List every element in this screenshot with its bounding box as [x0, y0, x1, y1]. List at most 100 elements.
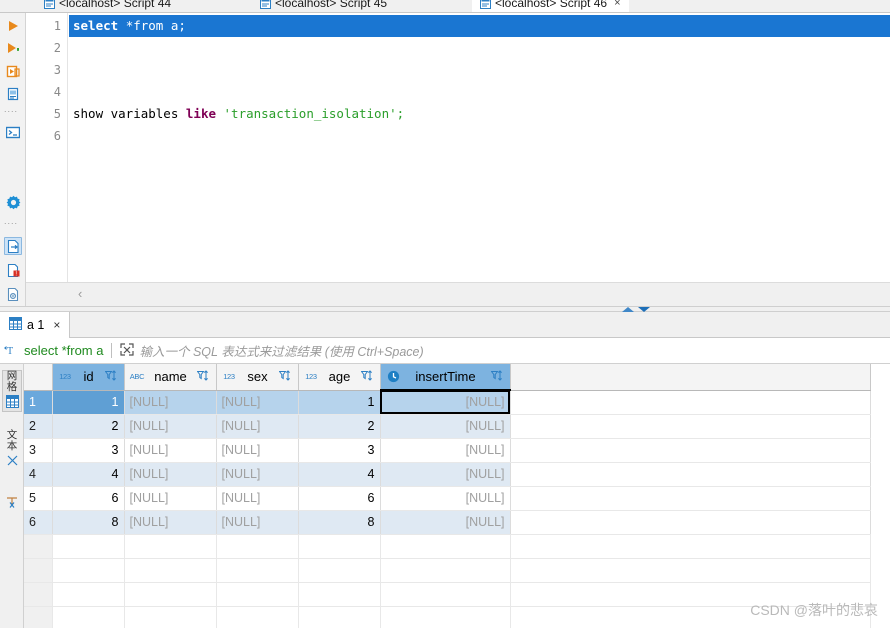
table-row[interactable]: 5 6 [NULL] [NULL] 6 [NULL]	[24, 486, 871, 511]
table-cell-age[interactable]: 4	[298, 462, 381, 487]
filter-query-text[interactable]: select *from a	[24, 343, 103, 358]
result-tab-a1[interactable]: a 1 ×	[0, 312, 71, 338]
table-cell-sex[interactable]: [NULL]	[216, 390, 299, 415]
filter-sort-icon[interactable]	[489, 370, 505, 383]
table-cell-name[interactable]: [NULL]	[124, 390, 217, 415]
table-cell-id[interactable]: 6	[52, 486, 125, 511]
row-number-cell[interactable]: 5	[24, 486, 53, 511]
table-cell-insertTime[interactable]: [NULL]	[380, 486, 511, 511]
table-row[interactable]: 4 4 [NULL] [NULL] 4 [NULL]	[24, 462, 871, 487]
table-cell-name[interactable]: [NULL]	[124, 414, 217, 439]
table-cell-insertTime[interactable]: [NULL]	[380, 462, 511, 487]
code-line[interactable]: show variables like 'transaction_isolati…	[69, 103, 404, 125]
code-token: show variables	[73, 106, 186, 121]
code-token: like	[185, 106, 224, 121]
table-row[interactable]: 3 3 [NULL] [NULL] 3 [NULL]	[24, 438, 871, 463]
sql-console-icon[interactable]	[4, 123, 22, 141]
row-number-cell[interactable]: 4	[24, 462, 53, 487]
column-header-sex[interactable]: 123 sex	[216, 364, 299, 391]
code-line[interactable]	[69, 125, 73, 147]
row-number-cell[interactable]: 2	[24, 414, 53, 439]
table-cell-id[interactable]: 1	[52, 390, 125, 415]
editor-tab-3[interactable]: <localhost> Script 46 ×	[472, 0, 629, 12]
column-header-label: name	[154, 369, 187, 385]
execute-statement-icon[interactable]	[4, 17, 22, 35]
result-grid[interactable]: 123 id ABC name 123 sex 123 age insertTime 1 1 [NU…	[24, 364, 890, 628]
header-row: 123 id ABC name 123 sex 123 age insertTime	[24, 364, 871, 391]
table-cell-insertTime[interactable]: [NULL]	[380, 438, 511, 463]
filter-sort-icon[interactable]	[195, 370, 211, 383]
code-area[interactable]: select *from a; show variables like 'tran…	[69, 13, 890, 282]
filter-sort-icon[interactable]	[359, 370, 375, 383]
filter-sort-icon[interactable]	[103, 370, 119, 383]
expand-maximize-icon[interactable]	[120, 342, 135, 359]
row-number-cell[interactable]: 3	[24, 438, 53, 463]
table-row[interactable]: 2 2 [NULL] [NULL] 2 [NULL]	[24, 414, 871, 439]
table-cell-id[interactable]: 2	[52, 414, 125, 439]
filter-sort-icon[interactable]	[277, 370, 293, 383]
code-line[interactable]	[69, 81, 73, 103]
table-cell-insertTime[interactable]: [NULL]	[380, 390, 511, 415]
table-cell-empty	[52, 558, 125, 583]
sql-editor[interactable]: 1 2 3 4 5 6 select *from a; show variables lik…	[26, 13, 890, 282]
error-log-icon[interactable]: !	[4, 261, 22, 279]
text-view-tab[interactable]: 文本	[2, 430, 22, 470]
editor-tab-1[interactable]: <localhost> Script 44	[36, 0, 180, 12]
script-info-icon[interactable]	[4, 285, 22, 303]
table-cell-sex[interactable]: [NULL]	[216, 462, 299, 487]
code-token: select	[73, 18, 126, 33]
table-cell-insertTime[interactable]: [NULL]	[380, 414, 511, 439]
execute-in-new-tab-icon[interactable]	[4, 63, 22, 81]
row-number-cell[interactable]: 6	[24, 510, 53, 535]
table-cell-age[interactable]: 6	[298, 486, 381, 511]
table-cell-insertTime[interactable]: [NULL]	[380, 510, 511, 535]
table-row[interactable]: 6 8 [NULL] [NULL] 8 [NULL]	[24, 510, 871, 535]
grid-view-tab[interactable]: 网格	[2, 370, 22, 412]
table-cell-name[interactable]: [NULL]	[124, 486, 217, 511]
table-cell-age[interactable]: 3	[298, 438, 381, 463]
table-cell-age[interactable]: 8	[298, 510, 381, 535]
table-cell-id[interactable]: 3	[52, 438, 125, 463]
table-cell-id[interactable]: 8	[52, 510, 125, 535]
table-cell-empty	[298, 558, 381, 583]
table-row-empty	[24, 606, 871, 628]
row-number-cell[interactable]: 1	[24, 390, 53, 415]
code-line[interactable]: select *from a;	[69, 15, 890, 37]
settings-gear-icon[interactable]	[4, 193, 22, 211]
result-filter-bar[interactable]: T select *from a 输入一个 SQL 表达式来过滤结果 (使用 C…	[0, 338, 890, 364]
table-cell-sex[interactable]: [NULL]	[216, 414, 299, 439]
filter-placeholder[interactable]: 输入一个 SQL 表达式来过滤结果 (使用 Ctrl+Space)	[139, 341, 423, 360]
table-cell-age[interactable]: 2	[298, 414, 381, 439]
table-row-empty	[24, 534, 871, 559]
execute-script-icon[interactable]	[4, 39, 22, 57]
table-cell-empty	[380, 606, 511, 628]
table-cell-empty	[52, 606, 125, 628]
column-header-name[interactable]: ABC name	[124, 364, 217, 391]
close-icon[interactable]: ×	[53, 318, 60, 332]
line-number-gutter: 1 2 3 4 5 6	[26, 13, 68, 282]
table-cell-name[interactable]: [NULL]	[124, 462, 217, 487]
transpose-icon[interactable]	[2, 496, 22, 509]
column-header-age[interactable]: 123 age	[298, 364, 381, 391]
column-header-id[interactable]: 123 id	[52, 364, 125, 391]
table-row-empty	[24, 558, 871, 583]
collapse-chevron-icon[interactable]: ‹	[78, 286, 82, 301]
table-cell-sex[interactable]: [NULL]	[216, 438, 299, 463]
column-header-insertTime[interactable]: insertTime	[380, 364, 511, 391]
table-cell-sex[interactable]: [NULL]	[216, 510, 299, 535]
explain-plan-icon[interactable]	[4, 85, 22, 103]
code-line[interactable]	[69, 59, 73, 81]
table-cell-name[interactable]: [NULL]	[124, 510, 217, 535]
table-cell-id[interactable]: 4	[52, 462, 125, 487]
close-icon[interactable]: ×	[614, 0, 620, 9]
table-cell-sex[interactable]: [NULL]	[216, 486, 299, 511]
sql-script-icon	[44, 0, 55, 9]
code-token: 'transaction_isolation';	[223, 106, 405, 121]
table-cell-name[interactable]: [NULL]	[124, 438, 217, 463]
result-view-rail: 网格文本	[0, 364, 24, 628]
table-row[interactable]: 1 1 [NULL] [NULL] 1 [NULL]	[24, 390, 871, 415]
code-line[interactable]	[69, 37, 73, 59]
editor-tab-2[interactable]: <localhost> Script 45	[252, 0, 396, 12]
table-cell-age[interactable]: 1	[298, 390, 381, 415]
export-data-icon[interactable]	[4, 237, 22, 255]
